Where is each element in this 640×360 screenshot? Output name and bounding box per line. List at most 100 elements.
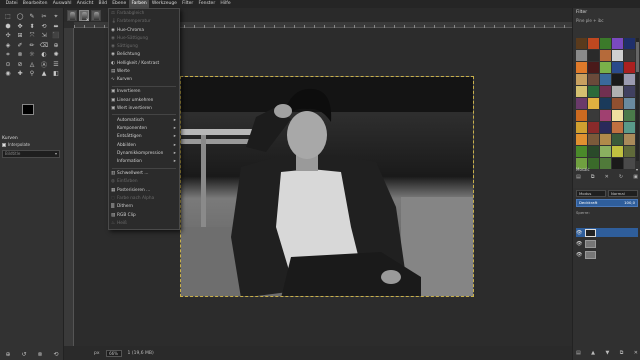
menu-2[interactable]: Auswahl <box>50 0 74 8</box>
duplicate-icon[interactable]: ⧉ <box>591 174 595 182</box>
pattern-swatch[interactable] <box>612 146 623 157</box>
clone-tool-icon[interactable]: ⊗ <box>14 50 26 60</box>
image-tab[interactable] <box>67 9 77 21</box>
pattern-swatch[interactable] <box>600 50 611 61</box>
colors-menu-item[interactable]: ◐ Helligkeit / Kontrast <box>109 60 179 68</box>
chevron-down-icon[interactable]: ▾ <box>636 167 638 172</box>
foreground-color-swatch[interactable] <box>22 104 34 115</box>
measure-tool-icon[interactable]: ⊘ <box>14 60 26 70</box>
rect-select-tool-icon[interactable]: ⬚ <box>2 12 14 22</box>
pattern-mode-row[interactable]: Mosaic ▾ <box>576 165 638 173</box>
eraser-tool-icon[interactable]: ⌫ <box>38 41 50 51</box>
colors-menu-item[interactable]: Komponenten ▸ <box>109 125 179 133</box>
pattern-swatch[interactable] <box>588 110 599 121</box>
pattern-swatch[interactable] <box>588 134 599 145</box>
refresh-icon[interactable]: ↻ <box>619 174 623 182</box>
bucket-fill-tool-icon[interactable]: ⬛ <box>50 31 62 41</box>
pattern-swatch[interactable] <box>612 38 623 49</box>
menu-1[interactable]: Bearbeiten <box>20 0 50 8</box>
pattern-swatch[interactable] <box>600 146 611 157</box>
pattern-swatch[interactable] <box>612 86 623 97</box>
pattern-scrollbar[interactable] <box>636 38 639 161</box>
image-canvas[interactable] <box>180 76 474 297</box>
zoom-tool-icon[interactable]: ◬ <box>26 60 38 70</box>
delete-icon[interactable]: ✕ <box>605 174 609 182</box>
heal-tool-icon[interactable]: ☼ <box>26 50 38 60</box>
pattern-swatch[interactable] <box>624 62 635 73</box>
pattern-swatch[interactable] <box>576 146 587 157</box>
pattern-swatch[interactable] <box>576 134 587 145</box>
fuzzy-select-tool-icon[interactable]: ⌖ <box>50 12 62 22</box>
gradient-tool-icon[interactable]: ◈ <box>2 41 14 51</box>
pattern-swatch[interactable] <box>624 50 635 61</box>
pattern-swatch[interactable] <box>612 98 623 109</box>
eye-icon[interactable]: 👁 <box>576 241 582 247</box>
pattern-swatch[interactable] <box>612 110 623 121</box>
colors-menu-item[interactable]: Automatisch ▸ <box>109 117 179 125</box>
colors-menu-item[interactable]: Information ▸ <box>109 158 179 166</box>
pattern-swatch[interactable] <box>588 38 599 49</box>
paintbrush-tool-icon[interactable]: ✏ <box>26 41 38 51</box>
pattern-swatch[interactable] <box>576 74 587 85</box>
rotate-tool-icon[interactable]: ⟲ <box>38 22 50 32</box>
pencil-tool-icon[interactable]: ✐ <box>14 41 26 51</box>
layer-opacity-slider[interactable]: Deckkraft 100,0 <box>576 199 638 207</box>
move-tool-icon[interactable]: ✥ <box>14 22 26 32</box>
pattern-swatch[interactable] <box>600 110 611 121</box>
pattern-swatch[interactable] <box>612 74 623 85</box>
colors-menu-item[interactable]: ▣ Wert invertieren <box>109 105 179 113</box>
pattern-swatch[interactable] <box>588 62 599 73</box>
colors-menu-item[interactable]: ◉ Belichtung <box>109 51 179 59</box>
pattern-swatch[interactable] <box>576 50 587 61</box>
colors-menu-item[interactable]: ◉ Sättigung <box>109 43 179 51</box>
menu-3[interactable]: Ansicht <box>74 0 96 8</box>
scissors-select-tool-icon[interactable]: ✂ <box>38 12 50 22</box>
pattern-swatch[interactable] <box>624 134 635 145</box>
colors-menu-item[interactable]: ▣ Invertieren <box>109 88 179 96</box>
align-tool-icon[interactable]: ⬍ <box>26 22 38 32</box>
blend-tool-icon[interactable]: ◧ <box>50 69 62 79</box>
pattern-swatch[interactable] <box>588 122 599 133</box>
pattern-swatch[interactable] <box>624 110 635 121</box>
colors-menu-item[interactable]: Dynamikkompression ▸ <box>109 150 179 158</box>
close-icon[interactable]: ✕ <box>86 17 89 22</box>
lower-layer-icon[interactable]: ▼ <box>605 350 609 356</box>
pattern-swatch[interactable] <box>588 86 599 97</box>
menu-6[interactable]: Farben <box>128 0 150 8</box>
pattern-swatch[interactable] <box>588 98 599 109</box>
perspective-tool-icon[interactable]: ⤧ <box>26 31 38 41</box>
pattern-swatch[interactable] <box>600 122 611 133</box>
eye-icon[interactable]: 👁 <box>576 230 582 236</box>
ellipse-select-tool-icon[interactable]: ◯ <box>14 12 26 22</box>
pattern-swatch[interactable] <box>624 146 635 157</box>
menu-7[interactable]: Werkzeuge <box>149 0 179 8</box>
pattern-swatch[interactable] <box>600 86 611 97</box>
menu-4[interactable]: Bild <box>96 0 110 8</box>
colors-menu-item[interactable]: ♨ Heiß <box>109 220 179 228</box>
pattern-swatch[interactable] <box>576 110 587 121</box>
colors-menu-item[interactable]: ◍ Einfärben <box>109 178 179 186</box>
pattern-swatch[interactable] <box>624 98 635 109</box>
pattern-swatch[interactable] <box>612 122 623 133</box>
delete-icon[interactable]: ⊗ <box>37 351 42 358</box>
colors-menu-item[interactable]: 🌡 Farbtemperatur <box>109 18 179 26</box>
eye-icon[interactable]: 👁 <box>576 252 582 258</box>
cage-tool-icon[interactable]: ✚ <box>14 69 26 79</box>
flip-tool-icon[interactable]: ⬌ <box>50 22 62 32</box>
pattern-swatch[interactable] <box>600 98 611 109</box>
colors-menu-item[interactable]: ◉ Hue-Sättigung <box>109 35 179 43</box>
pattern-swatch[interactable] <box>600 62 611 73</box>
menu-9[interactable]: Fenster <box>196 0 218 8</box>
pattern-swatch[interactable] <box>612 62 623 73</box>
restore-icon[interactable]: ↺ <box>21 351 26 358</box>
colors-menu-item[interactable]: ◌ Farbe nach Alpha <box>109 195 179 203</box>
menu-10[interactable]: Hilfe <box>218 0 233 8</box>
text-tool-icon[interactable]: Ⓐ <box>38 60 50 70</box>
color-select-tool-icon[interactable]: ⬢ <box>2 22 14 32</box>
unified-transform-tool-icon[interactable]: ⊞ <box>14 31 26 41</box>
smudge-tool-icon[interactable]: ◐ <box>38 50 50 60</box>
layer-row[interactable]: 👁 <box>576 250 638 259</box>
pattern-swatch[interactable] <box>624 86 635 97</box>
handle-tool-icon[interactable]: ⚲ <box>26 69 38 79</box>
warp-tool-icon[interactable]: ◉ <box>2 69 14 79</box>
